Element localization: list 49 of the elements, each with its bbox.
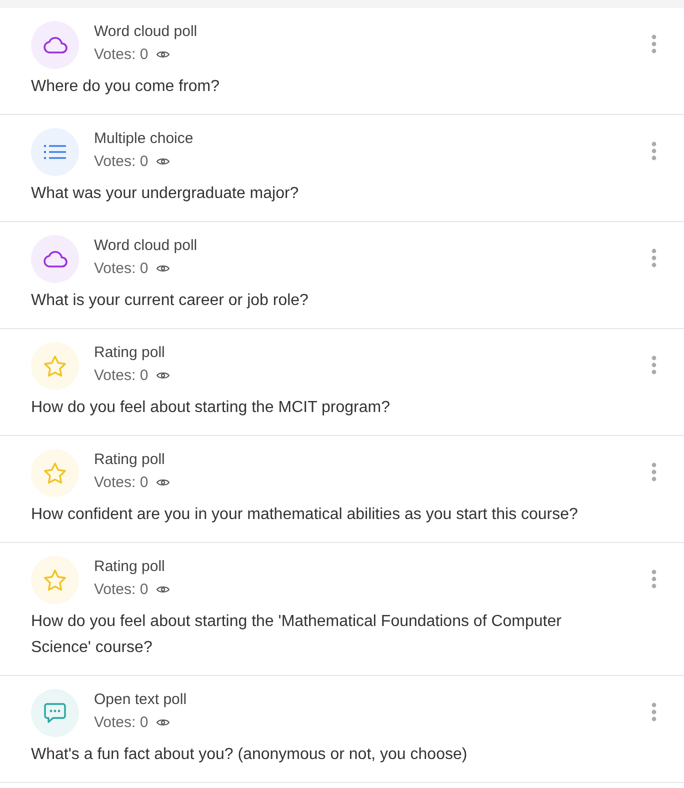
vote-count: Votes: 0 (94, 714, 148, 731)
poll-type: Multiple choice (94, 130, 194, 147)
eye-icon (156, 50, 170, 59)
vote-count: Votes: 0 (94, 260, 148, 277)
poll-card[interactable]: Rating poll Votes: 0 How do you feel about starting the 'Mathematical Foundations of Computer Science' course? (0, 543, 684, 676)
poll-card[interactable]: Multiple choice Votes: 0 What was your undergraduate major? (0, 115, 684, 222)
poll-card[interactable]: Word cloud poll Votes: 0 What is your current career or job role? (0, 222, 684, 329)
list-icon (44, 144, 66, 160)
eye-icon (156, 371, 170, 380)
eye-icon (156, 264, 170, 273)
more-options-icon[interactable] (651, 248, 657, 268)
vote-count: Votes: 0 (94, 581, 148, 598)
eye-icon (156, 157, 170, 166)
poll-type: Rating poll (94, 558, 166, 575)
poll-question: How do you feel about starting the 'Mathematical Foundations of Computer Science' course? (31, 612, 562, 658)
poll-question: What is your current career or job role? (31, 291, 310, 311)
poll-type: Word cloud poll (94, 23, 198, 40)
more-options-icon[interactable] (651, 462, 657, 482)
cloud-icon (42, 250, 68, 268)
star-icon (43, 462, 67, 484)
poll-question: What was your undergraduate major? (31, 184, 300, 204)
poll-card[interactable]: Rating poll Votes: 0 How do you feel about starting the MCIT program? (0, 329, 684, 436)
poll-question: What's a fun fact about you? (anonymous or not, you choose) (31, 745, 468, 765)
eye-icon (156, 585, 170, 594)
more-options-icon[interactable] (651, 34, 657, 54)
poll-question: How do you feel about starting the MCIT program? (31, 398, 391, 418)
more-options-icon[interactable] (651, 141, 657, 161)
vote-count: Votes: 0 (94, 474, 148, 491)
star-icon (43, 354, 67, 378)
vote-count: Votes: 0 (94, 46, 148, 63)
eye-icon (156, 478, 170, 487)
poll-card[interactable]: Open text poll Votes: 0 What's a fun fact about you? (anonymous or not, you choose) (0, 676, 684, 783)
cloud-icon (42, 36, 68, 54)
star-icon (43, 568, 67, 592)
poll-question: Where do you come from? (31, 77, 221, 97)
poll-type: Open text poll (94, 691, 188, 708)
poll-card[interactable]: Word cloud poll Votes: 0 Where do you come from? (0, 8, 684, 115)
more-options-icon[interactable] (651, 702, 657, 722)
poll-question: How confident are you in your mathematical abilities as you start this course? (31, 505, 579, 525)
vote-count: Votes: 0 (94, 367, 148, 384)
vote-count: Votes: 0 (94, 153, 148, 170)
poll-type: Rating poll (94, 451, 166, 468)
eye-icon (156, 718, 170, 727)
chat-icon (44, 702, 66, 724)
poll-card[interactable]: Rating poll Votes: 0 How confident are you in your mathematical abilities as you start this course? (0, 436, 684, 543)
poll-type: Rating poll (94, 344, 166, 361)
more-options-icon[interactable] (651, 355, 657, 375)
more-options-icon[interactable] (651, 569, 657, 589)
poll-type: Word cloud poll (94, 237, 198, 254)
